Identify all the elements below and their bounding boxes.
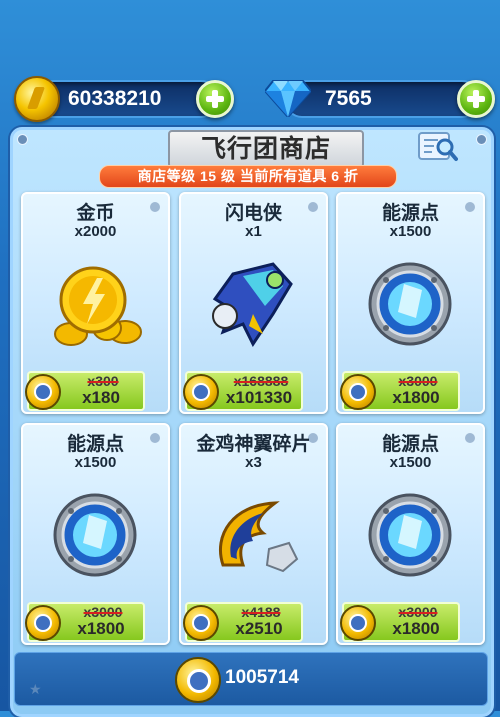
discount-price: x180 xyxy=(82,388,120,407)
item-name: 能源点 xyxy=(66,434,124,455)
gold-balance: 60338210 xyxy=(14,76,234,122)
shop-item-energy[interactable]: 能源点 x1500 x3000 x1800 xyxy=(336,192,485,414)
original-price: x4188 xyxy=(241,604,281,620)
corner-rivet xyxy=(476,134,487,145)
price-button[interactable]: x4188 x2510 xyxy=(183,602,303,642)
energy-orb-icon xyxy=(368,262,452,346)
item-name: 闪电侠 xyxy=(224,203,282,224)
price-button[interactable]: x3000 x1800 xyxy=(340,371,460,411)
currency-bar: 60338210 7565 xyxy=(0,0,500,125)
energy-orb-icon xyxy=(368,493,452,577)
shop-item-wing-fragment[interactable]: 金鸡神翼碎片 x3 x4188 x2510 xyxy=(179,423,328,645)
energy-orb-icon xyxy=(53,493,137,577)
star-icon: ★ xyxy=(29,681,42,697)
shop-item-energy[interactable]: 能源点 x1500 x3000 x1800 xyxy=(336,423,485,645)
gold-coin-icon xyxy=(14,76,60,122)
shop-panel: 飞行团商店 商店等级 15 级 当前所有道具 6 折 金币 x2000 x300… xyxy=(10,127,494,717)
item-quantity: x2000 xyxy=(74,223,117,240)
discount-price: x2510 xyxy=(235,619,283,638)
price-button[interactable]: x3000 x1800 xyxy=(25,602,145,642)
item-quantity: x1500 xyxy=(389,454,432,471)
medal-currency-icon xyxy=(175,657,221,703)
add-gold-button[interactable] xyxy=(196,80,234,118)
shop-item-gold[interactable]: 金币 x2000 x300 x180 xyxy=(21,192,170,414)
medal-balance-bar: ★ 1005714 xyxy=(14,652,488,706)
shop-item-lightning[interactable]: 闪电侠 x1 x168888 x101330 xyxy=(179,192,328,414)
search-icon[interactable] xyxy=(418,130,458,162)
shop-item-energy[interactable]: 能源点 x1500 x3000 x1800 xyxy=(21,423,170,645)
original-price: x300 xyxy=(87,373,119,389)
discount-price: x101330 xyxy=(225,388,293,407)
diamond-icon xyxy=(265,80,311,117)
gem-amount: 7565 xyxy=(325,87,372,110)
discount-price: x1800 xyxy=(392,619,440,638)
item-quantity: x1500 xyxy=(74,454,117,471)
item-quantity: x1 xyxy=(245,223,262,240)
item-quantity: x1500 xyxy=(389,223,432,240)
discount-price: x1800 xyxy=(77,619,125,638)
medal-currency-icon xyxy=(183,374,219,410)
original-price: x3000 xyxy=(83,604,123,620)
discount-price: x1800 xyxy=(392,388,440,407)
original-price: x168888 xyxy=(233,373,289,389)
item-name: 能源点 xyxy=(381,203,439,224)
medal-currency-icon xyxy=(340,605,376,641)
original-price: x3000 xyxy=(398,373,438,389)
medal-currency-icon xyxy=(25,605,61,641)
gold-amount: 60338210 xyxy=(68,87,162,110)
item-name: 金鸡神翼碎片 xyxy=(196,434,311,455)
item-name: 金币 xyxy=(76,203,115,224)
original-price: x3000 xyxy=(398,604,438,620)
item-quantity: x3 xyxy=(245,454,262,471)
gem-balance: 7565 xyxy=(265,80,495,118)
item-name: 能源点 xyxy=(381,434,439,455)
medal-currency-icon xyxy=(340,374,376,410)
price-button[interactable]: x168888 x101330 xyxy=(183,371,303,411)
medal-currency-icon xyxy=(183,605,219,641)
add-gems-button[interactable] xyxy=(457,80,495,118)
gold-coins-icon xyxy=(54,266,142,346)
price-button[interactable]: x300 x180 xyxy=(25,371,145,411)
lightning-fighter-icon xyxy=(212,262,293,347)
shop-title: 飞行团商店 xyxy=(168,130,364,168)
medal-balance: 1005714 xyxy=(225,667,299,688)
medal-currency-icon xyxy=(25,374,61,410)
shop-level-info: 商店等级 15 级 当前所有道具 6 折 xyxy=(99,165,397,188)
corner-rivet xyxy=(17,134,28,145)
golden-wing-fragment-icon xyxy=(218,501,299,573)
price-button[interactable]: x3000 x1800 xyxy=(340,602,460,642)
